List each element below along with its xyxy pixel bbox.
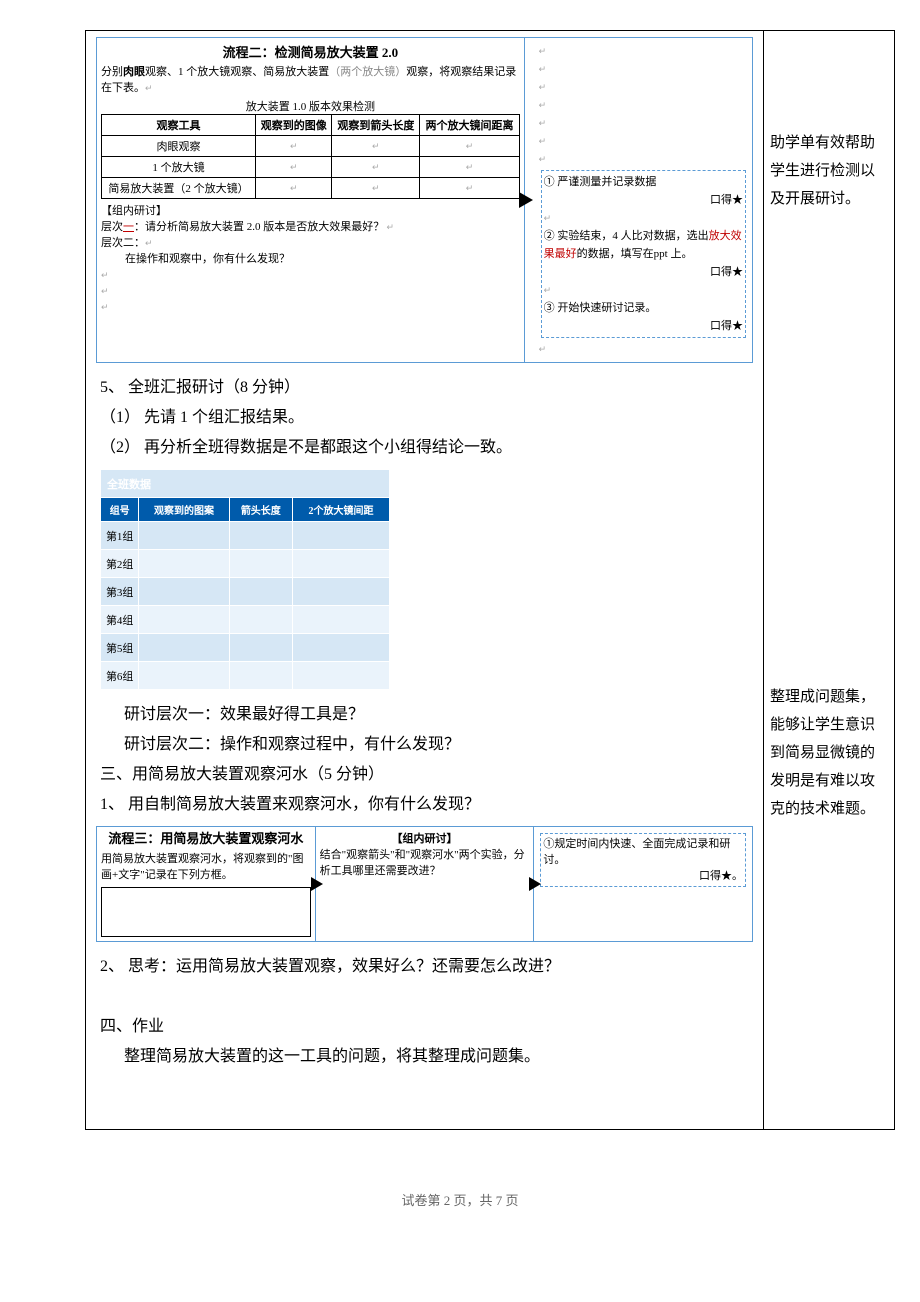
flow3-col2-text: 结合"观察箭头"和"观察河水"两个实验，分析工具哪里还需要改进？: [320, 847, 530, 879]
level2-text: 在操作和观察中，你有什么发现？: [101, 251, 520, 267]
flow3-box: 流程三：用简易放大装置观察河水 用简易放大装置观察河水，将观察到的"图画+文字"…: [96, 826, 753, 942]
level2-label: 层次二：: [101, 237, 145, 249]
flow2-box: 流程二：检测简易放大装置 2.0 分别肉眼观察、1 个放大镜观察、简易放大装置（…: [96, 37, 753, 363]
right-item-2: ② 实验结束，4 人比对数据，选出放大效果最好的数据，填写在ppt 上。: [544, 227, 743, 263]
discuss-2: 研讨层次二：操作和观察过程中，有什么发现？: [100, 730, 749, 760]
class-row-5: 第6组: [101, 662, 139, 690]
class-data-table: 全班数据 组号 观察到的图案 箭头长度 2个放大镜间距 第1组 第2组 第3组 …: [100, 469, 390, 690]
flow2-desc-mid: 观察、1 个放大镜观察、简易放大装置: [145, 66, 329, 78]
level1-label: 层次: [101, 221, 123, 233]
section-3-1: 1、 用自制简易放大装置来观察河水，你有什么发现？: [100, 790, 749, 820]
side-note-1: 助学单有效帮助学生进行检测以及开展研讨。: [770, 129, 888, 213]
right-item-2-suf: 的数据，填写在ppt 上。: [577, 248, 693, 260]
effect-th-2: 观察到箭头长度: [332, 115, 420, 136]
level1-underline: 一: [123, 221, 134, 233]
arrow-right-icon: [519, 192, 533, 208]
page-footer: 试卷第 2 页，共 7 页: [0, 1190, 920, 1209]
effect-table: 观察工具 观察到的图像 观察到箭头长度 两个放大镜间距离 肉眼观察↵↵↵ 1 个…: [101, 114, 520, 199]
body-block-2: 研讨层次一：效果最好得工具是？ 研讨层次二：操作和观察过程中，有什么发现？ 三、…: [86, 700, 763, 820]
arrow-icon-2: [529, 877, 541, 891]
flow2-desc-prefix: 分别: [101, 66, 123, 78]
flow3-col2-title: 【组内研讨】: [320, 831, 530, 847]
flow3-check: 口得★。: [543, 868, 743, 884]
item-5-2: （2） 再分析全班得数据是不是都跟这个小组得结论一致。: [100, 433, 749, 463]
class-row-2: 第3组: [101, 578, 139, 606]
flow2-right-list: ① 严谨测量并记录数据 口得★ ↵ ② 实验结束，4 人比对数据，选出放大效果最…: [541, 170, 746, 338]
class-row-1: 第2组: [101, 550, 139, 578]
right-item-3: ③ 开始快速研讨记录。: [544, 299, 743, 317]
effect-row-0: 肉眼观察: [102, 136, 256, 157]
flow3-title: 流程三：用简易放大装置观察河水: [101, 831, 311, 847]
class-row-0: 第1组: [101, 522, 139, 550]
effect-row-2: 简易放大装置（2 个放大镜）: [102, 178, 256, 199]
flow2-desc-gray: （两个放大镜）: [329, 66, 406, 78]
section-4-text: 整理简易放大装置的这一工具的问题，将其整理成问题集。: [100, 1042, 749, 1072]
class-th-3: 2个放大镜间距: [292, 498, 389, 522]
section-4: 四、作业: [100, 1012, 749, 1042]
right-item-2-pre: ② 实验结束，4 人比对数据，选出: [544, 230, 709, 242]
group-title: 【组内研讨】: [101, 203, 520, 219]
flow2-title: 流程二：检测简易放大装置 2.0: [101, 42, 520, 61]
item-5-1: （1） 先请 1 个组汇报结果。: [100, 403, 749, 433]
body-block-3: 2、 思考：运用简易放大装置观察，效果好么？还需要怎么改进？ 四、作业 整理简易…: [86, 952, 763, 1072]
section-3: 三、用简易放大装置观察河水（5 分钟）: [100, 760, 749, 790]
effect-th-1: 观察到的图像: [256, 115, 332, 136]
body-block-1: 5、 全班汇报研讨（8 分钟） （1） 先请 1 个组汇报结果。 （2） 再分析…: [86, 373, 763, 463]
flow3-col3-1: ①规定时间内快速、全面完成记录和研讨。: [543, 836, 743, 868]
record-box: [101, 887, 311, 937]
flow2-left: 流程二：检测简易放大装置 2.0 分别肉眼观察、1 个放大镜观察、简易放大装置（…: [97, 38, 525, 362]
main-column: 流程二：检测简易放大装置 2.0 分别肉眼观察、1 个放大镜观察、简易放大装置（…: [86, 31, 764, 1129]
class-th-1: 观察到的图案: [139, 498, 229, 522]
flow3-col1-text: 用简易放大装置观察河水，将观察到的"图画+文字"记录在下列方框。: [101, 851, 311, 883]
level1-text: ：请分析简易放大装置 2.0 版本是否放大效果最好？: [134, 221, 384, 233]
class-th-0: 组号: [101, 498, 139, 522]
effect-th-0: 观察工具: [102, 115, 256, 136]
effect-th-3: 两个放大镜间距离: [420, 115, 519, 136]
item-5: 5、 全班汇报研讨（8 分钟）: [100, 373, 749, 403]
side-note-2: 整理成问题集，能够让学生意识到简易显微镜的发明是有难以攻克的技术难题。: [770, 683, 888, 823]
flow3-col-3: ①规定时间内快速、全面完成记录和研讨。 口得★。: [534, 827, 752, 941]
footer-suffix: 页: [502, 1193, 518, 1208]
class-data-title: 全班数据: [101, 470, 390, 498]
footer-prefix: 试卷第: [401, 1193, 443, 1208]
item-2: 2、 思考：运用简易放大装置观察，效果好么？还需要怎么改进？: [100, 952, 749, 982]
check-1: 口得★: [544, 191, 743, 209]
flow3-col-1: 流程三：用简易放大装置观察河水 用简易放大装置观察河水，将观察到的"图画+文字"…: [97, 827, 316, 941]
class-row-4: 第5组: [101, 634, 139, 662]
flow2-right: ↵ ↵ ↵ ↵ ↵ ↵ ↵ ① 严谨测量并记录数据 口得★ ↵ ② 实验结束，4…: [525, 38, 752, 362]
class-th-2: 箭头长度: [229, 498, 292, 522]
footer-mid: 页，共: [450, 1193, 496, 1208]
discuss-1: 研讨层次一：效果最好得工具是？: [100, 700, 749, 730]
page-frame: 流程二：检测简易放大装置 2.0 分别肉眼观察、1 个放大镜观察、简易放大装置（…: [85, 30, 895, 1130]
level1: 层次一：请分析简易放大装置 2.0 版本是否放大效果最好？ ↵: [101, 219, 520, 235]
effect-row-1: 1 个放大镜: [102, 157, 256, 178]
effect-caption: 放大装置 1.0 版本效果检测: [101, 98, 520, 114]
flow3-col3-box: ①规定时间内快速、全面完成记录和研讨。 口得★。: [540, 833, 746, 887]
flow2-desc-bold: 肉眼: [123, 66, 145, 78]
arrow-icon-1: [311, 877, 323, 891]
check-2: 口得★: [544, 263, 743, 281]
right-item-1: ① 严谨测量并记录数据: [544, 173, 743, 191]
side-column: 助学单有效帮助学生进行检测以及开展研讨。 整理成问题集，能够让学生意识到简易显微…: [764, 31, 894, 1129]
flow2-desc: 分别肉眼观察、1 个放大镜观察、简易放大装置（两个放大镜）观察，将观察结果记录在…: [101, 64, 520, 96]
flow3-col-2: 【组内研讨】 结合"观察箭头"和"观察河水"两个实验，分析工具哪里还需要改进？: [316, 827, 535, 941]
class-row-3: 第4组: [101, 606, 139, 634]
flow2-notes: 【组内研讨】 层次一：请分析简易放大装置 2.0 版本是否放大效果最好？ ↵ 层…: [101, 203, 520, 315]
check-3: 口得★: [544, 317, 743, 335]
level2: 层次二：↵: [101, 235, 520, 251]
